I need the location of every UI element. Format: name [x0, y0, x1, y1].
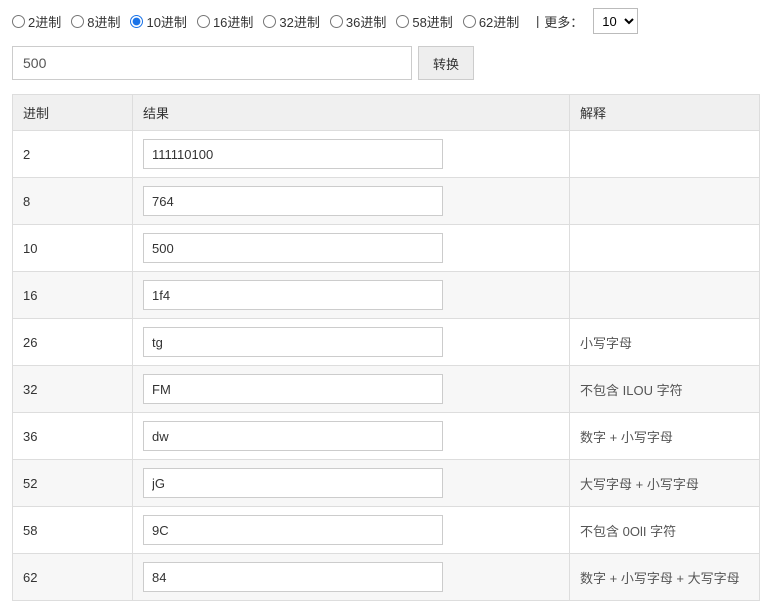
- cell-result: [133, 131, 570, 178]
- table-row: 16: [13, 272, 760, 319]
- base-radio-row: 2进制 8进制 10进制 16进制 32进制 36进制 58进制 62进制丨更多： 10: [12, 8, 760, 34]
- base-radio-input[interactable]: [396, 15, 409, 28]
- more-base-select[interactable]: 10: [593, 8, 638, 34]
- result-input[interactable]: [143, 186, 443, 216]
- cell-result: [133, 366, 570, 413]
- result-input[interactable]: [143, 280, 443, 310]
- base-radio-16进制[interactable]: 16进制: [197, 12, 253, 31]
- table-header-row: 进制 结果 解释: [13, 95, 760, 131]
- table-row: 26 小写字母: [13, 319, 760, 366]
- cell-base: 32: [13, 366, 133, 413]
- base-radio-2进制[interactable]: 2进制: [12, 12, 61, 31]
- base-radio-input[interactable]: [12, 15, 25, 28]
- cell-desc: [570, 225, 760, 272]
- cell-result: [133, 178, 570, 225]
- base-radio-input[interactable]: [263, 15, 276, 28]
- base-radio-label: 16进制: [213, 12, 253, 31]
- table-row: 36 数字 + 小写字母: [13, 413, 760, 460]
- cell-result: [133, 319, 570, 366]
- cell-desc: [570, 178, 760, 225]
- cell-base: 16: [13, 272, 133, 319]
- base-radio-input[interactable]: [330, 15, 343, 28]
- result-input[interactable]: [143, 421, 443, 451]
- table-row: 2: [13, 131, 760, 178]
- cell-base: 36: [13, 413, 133, 460]
- result-input[interactable]: [143, 515, 443, 545]
- cell-result: [133, 272, 570, 319]
- result-input[interactable]: [143, 139, 443, 169]
- convert-button[interactable]: 转换: [418, 46, 474, 80]
- base-radio-label: 62进制: [479, 12, 519, 31]
- input-row: 转换: [12, 46, 760, 80]
- col-header-desc: 解释: [570, 95, 760, 131]
- cell-base: 58: [13, 507, 133, 554]
- base-radio-10进制[interactable]: 10进制: [130, 12, 186, 31]
- base-radio-label: 10进制: [146, 12, 186, 31]
- base-radio-32进制[interactable]: 32进制: [263, 12, 319, 31]
- base-radio-input[interactable]: [463, 15, 476, 28]
- cell-result: [133, 554, 570, 601]
- cell-desc: 不包含 ILOU 字符: [570, 366, 760, 413]
- cell-desc: 数字 + 小写字母 + 大写字母: [570, 554, 760, 601]
- base-radio-label: 58进制: [412, 12, 452, 31]
- table-row: 62 数字 + 小写字母 + 大写字母: [13, 554, 760, 601]
- base-radio-input[interactable]: [197, 15, 210, 28]
- cell-desc: [570, 131, 760, 178]
- base-radio-8进制[interactable]: 8进制: [71, 12, 120, 31]
- table-row: 52 大写字母 + 小写字母: [13, 460, 760, 507]
- base-radio-label: 36进制: [346, 12, 386, 31]
- number-input[interactable]: [12, 46, 412, 80]
- cell-result: [133, 507, 570, 554]
- base-radio-62进制[interactable]: 62进制: [463, 12, 519, 31]
- result-input[interactable]: [143, 374, 443, 404]
- base-radio-36进制[interactable]: 36进制: [330, 12, 386, 31]
- base-radio-58进制[interactable]: 58进制: [396, 12, 452, 31]
- more-label: 丨更多：: [531, 12, 583, 31]
- base-radio-input[interactable]: [71, 15, 84, 28]
- result-input[interactable]: [143, 233, 443, 263]
- result-input[interactable]: [143, 327, 443, 357]
- cell-desc: 不包含 0OlI 字符: [570, 507, 760, 554]
- cell-base: 62: [13, 554, 133, 601]
- base-radio-label: 32进制: [279, 12, 319, 31]
- cell-base: 52: [13, 460, 133, 507]
- base-radio-input[interactable]: [130, 15, 143, 28]
- table-row: 10: [13, 225, 760, 272]
- table-row: 58 不包含 0OlI 字符: [13, 507, 760, 554]
- col-header-base: 进制: [13, 95, 133, 131]
- base-radio-label: 2进制: [28, 12, 61, 31]
- result-input[interactable]: [143, 562, 443, 592]
- result-table: 进制 结果 解释 28101626 小写字母 32 不包含 ILOU 字符 36 数字 +…: [12, 94, 760, 601]
- col-header-result: 结果: [133, 95, 570, 131]
- cell-desc: 数字 + 小写字母: [570, 413, 760, 460]
- cell-desc: 小写字母: [570, 319, 760, 366]
- result-input[interactable]: [143, 468, 443, 498]
- cell-result: [133, 413, 570, 460]
- cell-base: 8: [13, 178, 133, 225]
- result-tbody: 28101626 小写字母 32 不包含 ILOU 字符 36 数字 + 小写字母 52 大写…: [13, 131, 760, 601]
- cell-result: [133, 225, 570, 272]
- cell-base: 2: [13, 131, 133, 178]
- cell-result: [133, 460, 570, 507]
- base-radio-label: 8进制: [87, 12, 120, 31]
- cell-desc: [570, 272, 760, 319]
- cell-base: 10: [13, 225, 133, 272]
- cell-base: 26: [13, 319, 133, 366]
- cell-desc: 大写字母 + 小写字母: [570, 460, 760, 507]
- table-row: 32 不包含 ILOU 字符: [13, 366, 760, 413]
- table-row: 8: [13, 178, 760, 225]
